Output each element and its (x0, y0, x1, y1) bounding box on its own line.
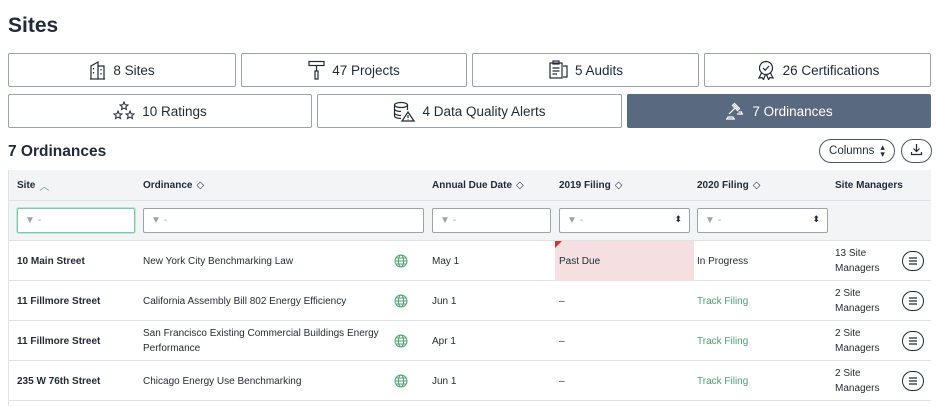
database-alert-icon (393, 101, 416, 122)
track-filing-link[interactable]: Track Filing (697, 361, 748, 401)
section-title: 7 Ordinances (8, 143, 107, 160)
track-filing-link[interactable]: Track Filing (697, 321, 748, 361)
2019-filing-cell: – (559, 295, 565, 307)
row-menu-button[interactable] (902, 291, 924, 311)
row-menu-button[interactable] (902, 331, 924, 351)
site-managers-cell: 2 Site Managers (835, 328, 880, 354)
ordinance-cell: Chicago Energy Use Benchmarking (143, 375, 302, 387)
tab-label: 4 Data Quality Alerts (422, 103, 546, 119)
ordinance-filter-input[interactable]: ▼ - (143, 208, 424, 233)
sort-icon: ◇ (752, 180, 761, 191)
tab-label: 7 Ordinances (752, 103, 833, 119)
2019-filing-cell: Past Due (555, 241, 694, 281)
2020-filing-cell: In Progress (697, 255, 749, 267)
column-header-site-managers: Site Managers (835, 180, 903, 191)
stars-icon (113, 101, 136, 121)
filter-icon: ▼ (440, 215, 450, 226)
column-header-2020-filing[interactable]: 2020 Filing ◇ (697, 170, 760, 201)
menu-icon (908, 332, 918, 350)
ordinance-cell: San Francisco Existing Commercial Buildi… (143, 328, 379, 354)
site-cell[interactable]: 11 Fillmore Street (17, 281, 100, 321)
clipboard-icon (548, 60, 568, 80)
tab-label: 8 Sites (113, 62, 155, 78)
site-managers-cell: 2 Site Managers (835, 368, 880, 394)
paint-roller-icon (308, 60, 325, 80)
columns-label: Columns (829, 145, 875, 157)
column-header-ordinance[interactable]: Ordinance ◇ (143, 170, 204, 201)
gavel-icon (725, 101, 745, 121)
column-header-2019-filing[interactable]: 2019 Filing ◇ (559, 170, 622, 201)
filter-row: ▼ - ▼ - ▼ - ▼ - ⬍ ▼ - ⬍ (9, 201, 931, 241)
filter-icon: ▼ (25, 215, 35, 226)
sort-asc-icon: ︿ (39, 182, 50, 193)
page-title: Sites (8, 14, 59, 37)
globe-icon[interactable] (394, 334, 408, 353)
tab-label: 10 Ratings (142, 103, 207, 119)
globe-icon[interactable] (394, 294, 408, 313)
due-date-cell: Jun 1 (432, 295, 457, 307)
select-arrows-icon: ⬍ (812, 214, 820, 224)
due-date-filter-input[interactable]: ▼ - (432, 208, 551, 233)
ordinance-cell: California Assembly Bill 802 Energy Effi… (143, 295, 347, 307)
sort-icon: ◇ (516, 180, 524, 191)
award-icon (756, 60, 776, 80)
site-cell[interactable]: 11 Fillmore Street (17, 321, 100, 361)
download-icon (910, 143, 923, 159)
tab-data-quality-alerts[interactable]: 4 Data Quality Alerts (317, 94, 622, 128)
tab-audits[interactable]: 5 Audits (472, 53, 699, 87)
table-row[interactable]: 11 Fillmore Street San Francisco Existin… (9, 321, 931, 361)
due-date-cell: May 1 (432, 255, 460, 267)
select-arrows-icon: ⬍ (674, 214, 682, 224)
2019-filing-cell: – (559, 375, 565, 387)
ordinance-cell: New York City Benchmarking Law (143, 255, 294, 267)
table-row[interactable]: 235 W 76th Street Chicago Energy Use Ben… (9, 361, 931, 401)
tab-ordinances[interactable]: 7 Ordinances (627, 94, 931, 128)
table-row[interactable]: 11 Fillmore Street California Assembly B… (9, 281, 931, 321)
tab-label: 47 Projects (332, 62, 400, 78)
site-cell[interactable]: 10 Main Street (17, 241, 85, 281)
select-arrows-icon: ▴ ▾ (880, 142, 885, 159)
track-filing-link[interactable]: Track Filing (697, 281, 748, 321)
menu-icon (908, 372, 918, 390)
menu-icon (908, 252, 918, 270)
2019-filing-filter-select[interactable]: ▼ - ⬍ (559, 208, 690, 233)
site-cell[interactable]: 235 W 76th Street (17, 361, 100, 401)
row-menu-button[interactable] (902, 251, 924, 271)
sort-icon: ◇ (196, 180, 205, 191)
site-filter-input[interactable]: ▼ - (17, 208, 135, 233)
ordinances-table: Site ︿ Ordinance ◇ Annual Due Date ◇ 201… (8, 170, 931, 406)
site-managers-cell: 13 Site Managers (835, 248, 880, 274)
columns-button[interactable]: Columns ▴ ▾ (819, 139, 895, 163)
menu-icon (908, 292, 918, 310)
column-header-annual-due-date[interactable]: Annual Due Date ◇ (432, 170, 524, 201)
globe-icon[interactable] (394, 374, 408, 393)
due-date-cell: Apr 1 (432, 335, 456, 347)
tab-projects[interactable]: 47 Projects (241, 53, 467, 87)
filter-icon: ▼ (151, 215, 161, 226)
column-header-site[interactable]: Site ︿ (17, 170, 49, 201)
due-date-cell: Jun 1 (432, 375, 457, 387)
building-icon (89, 60, 106, 80)
globe-icon[interactable] (394, 254, 408, 273)
2020-filing-filter-select[interactable]: ▼ - ⬍ (697, 208, 828, 233)
filter-icon: ▼ (705, 215, 715, 226)
tab-label: 5 Audits (574, 62, 624, 78)
tab-ratings[interactable]: 10 Ratings (8, 94, 312, 128)
2019-filing-cell: – (559, 335, 565, 347)
table-header: Site ︿ Ordinance ◇ Annual Due Date ◇ 201… (9, 170, 931, 201)
filter-icon: ▼ (567, 215, 577, 226)
tab-sites[interactable]: 8 Sites (8, 53, 236, 87)
tab-certifications[interactable]: 26 Certifications (704, 53, 931, 87)
row-menu-button[interactable] (902, 371, 924, 391)
sort-icon: ◇ (614, 180, 623, 191)
site-managers-cell: 2 Site Managers (835, 288, 880, 314)
tab-label: 26 Certifications (782, 62, 880, 78)
table-row[interactable]: 10 Main Street New York City Benchmarkin… (9, 241, 931, 281)
past-due-flag-icon (555, 241, 562, 248)
download-button[interactable] (901, 139, 932, 163)
